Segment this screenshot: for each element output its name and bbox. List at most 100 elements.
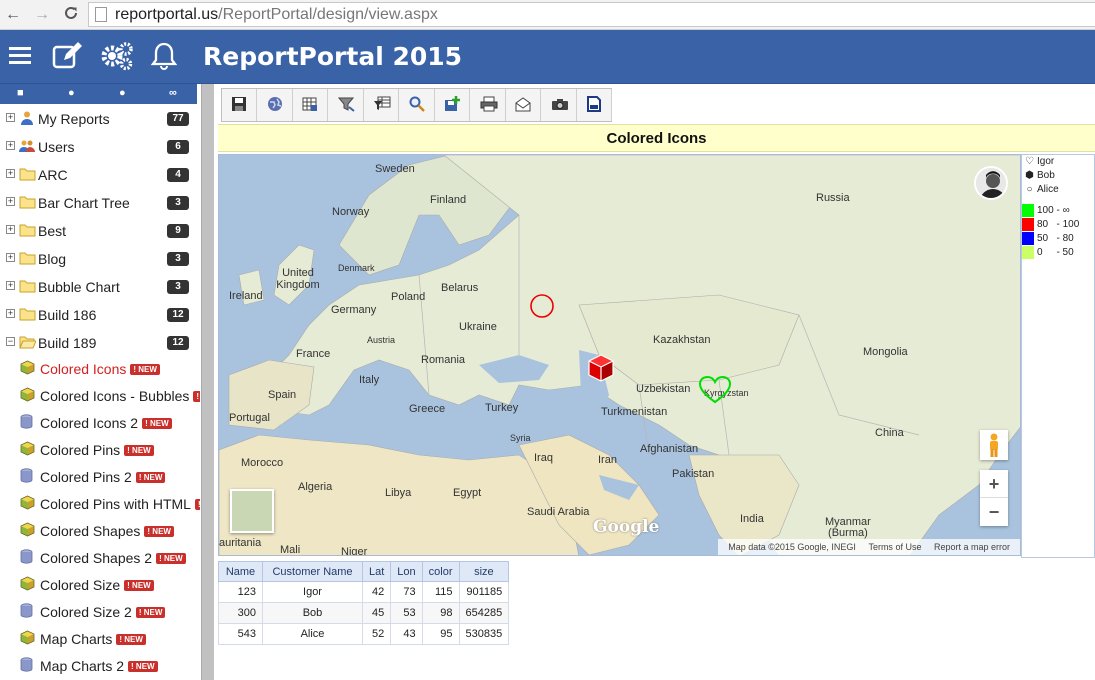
legend-range-item: 100 - ∞	[1022, 204, 1070, 217]
report-item-colored-pins-2[interactable]: Colored Pins 2! NEW	[0, 464, 200, 491]
report-item-colored-shapes[interactable]: Colored Shapes! NEW	[0, 518, 200, 545]
map-label-libya: Libya	[385, 487, 412, 499]
column-header-lat[interactable]: Lat	[361, 561, 392, 582]
map-label-algeria: Algeria	[298, 481, 333, 493]
filter-button[interactable]	[329, 89, 364, 121]
report-item-colored-pins[interactable]: Colored Pins! NEW	[0, 437, 200, 464]
binoculars-icon[interactable]: ∞	[169, 87, 177, 99]
terms-of-use-link[interactable]: Terms of Use	[868, 542, 921, 552]
table-cell: 52	[361, 623, 392, 645]
expand-toggle-icon[interactable]: −	[6, 337, 15, 346]
expand-toggle-icon[interactable]: +	[6, 225, 15, 234]
column-header-color[interactable]: color	[421, 561, 460, 582]
search-button[interactable]	[400, 89, 435, 121]
column-header-name[interactable]: Name	[218, 561, 263, 582]
expand-toggle-icon[interactable]: +	[6, 113, 15, 122]
report-item-colored-size[interactable]: Colored Size! NEW	[0, 572, 200, 599]
avatar[interactable]	[974, 166, 1008, 200]
report-item-colored-icons[interactable]: Colored Icons! NEW	[0, 356, 200, 383]
export-button[interactable]	[435, 89, 470, 121]
report-item-colored-icons-bubbles[interactable]: Colored Icons - Bubbles! NEW	[0, 383, 200, 410]
edit-icon[interactable]	[52, 42, 82, 73]
table-header-row: Name Customer Name Lat Lon color size	[218, 561, 510, 582]
tree-item-my-reports[interactable]: + My Reports 77	[0, 106, 197, 132]
new-badge: ! NEW	[142, 417, 172, 429]
report-item-label: Colored Icons 2! NEW	[40, 415, 172, 431]
table-row[interactable]: 543 Alice 52 43 95 530835	[218, 623, 510, 645]
report-item-map-charts[interactable]: Map Charts! NEW	[0, 626, 200, 653]
report-item-label: Colored Size 2! NEW	[40, 604, 166, 620]
tree-item-best[interactable]: + Best 9	[0, 218, 197, 244]
expand-toggle-icon[interactable]: +	[6, 197, 15, 206]
column-header-size[interactable]: size	[458, 561, 510, 582]
map-overview-thumbnail[interactable]	[230, 489, 274, 533]
tree-item-arc[interactable]: + ARC 4	[0, 162, 197, 188]
table-row[interactable]: 123 Igor 42 73 115 901185	[218, 581, 510, 603]
document-button[interactable]	[577, 89, 612, 121]
tree-item-users[interactable]: + Users 6	[0, 134, 197, 160]
tree-item-bubble-chart[interactable]: + Bubble Chart 3	[0, 274, 197, 300]
legend-label: Alice	[1037, 184, 1059, 195]
zoom-out-button[interactable]: −	[980, 498, 1008, 526]
count-badge: 9	[167, 224, 189, 238]
table-cell: 543	[218, 623, 263, 645]
back-icon[interactable]: ←	[4, 5, 22, 25]
map-label-pakistan: Pakistan	[672, 468, 715, 480]
street-view-pegman-icon[interactable]	[980, 430, 1008, 460]
menu-icon[interactable]	[9, 47, 31, 68]
settings-icon[interactable]	[101, 41, 133, 74]
report-item-map-charts-2[interactable]: Map Charts 2! NEW	[0, 653, 200, 680]
sidebar-scrollbar[interactable]	[201, 84, 214, 680]
report-item-colored-pins-with-html[interactable]: Colored Pins with HTML! NEW	[0, 491, 200, 518]
print-button[interactable]	[471, 89, 506, 121]
map-label-mauritania: auritania	[219, 537, 262, 549]
legend-item-bob: ⬢ Bob	[1024, 169, 1055, 183]
map-label-spain: Spain	[268, 389, 297, 401]
sidebar-toolbar: ■ ● ● ∞	[0, 84, 197, 104]
report-item-colored-size-2[interactable]: Colored Size 2! NEW	[0, 599, 200, 626]
forward-icon[interactable]: →	[33, 5, 51, 25]
zoom-in-button[interactable]: +	[980, 470, 1008, 498]
map[interactable]: Sweden Finland Norway Denmark Russia Uni…	[218, 154, 1021, 556]
marker-bob-cube-icon[interactable]	[586, 353, 616, 383]
count-badge: 3	[167, 252, 189, 266]
filter-table-button[interactable]	[364, 89, 399, 121]
expand-toggle-icon[interactable]: +	[6, 253, 15, 262]
table-row[interactable]: 300 Bob 45 53 98 654285	[218, 602, 510, 624]
expand-toggle-icon[interactable]: +	[6, 309, 15, 318]
column-header-lon[interactable]: Lon	[390, 561, 423, 582]
tree-item-bar-chart-tree[interactable]: + Bar Chart Tree 3	[0, 190, 197, 216]
folder-icon[interactable]: ■	[17, 87, 24, 99]
map-label-russia: Russia	[816, 192, 850, 204]
notifications-icon[interactable]	[150, 41, 178, 74]
reload-icon[interactable]	[62, 5, 80, 25]
report-item-colored-icons-2[interactable]: Colored Icons 2! NEW	[0, 410, 200, 437]
tree-item-build-189[interactable]: − Build 189 12	[0, 330, 197, 356]
map-label-turkmenistan: Turkmenistan	[601, 406, 668, 418]
save-button[interactable]	[222, 89, 257, 121]
map-label-finland: Finland	[430, 194, 467, 206]
expand-toggle-icon[interactable]: +	[6, 141, 15, 150]
cube-icon	[20, 630, 35, 648]
remove-icon[interactable]: ●	[119, 87, 126, 99]
marker-igor-heart-icon[interactable]	[698, 375, 732, 405]
expand-toggle-icon[interactable]: +	[6, 169, 15, 178]
address-bar[interactable]: reportportal.us/ReportPortal/design/view…	[88, 2, 1095, 27]
new-badge: ! NEW	[135, 606, 166, 618]
new-badge: ! NEW	[156, 552, 186, 564]
globe-button[interactable]	[258, 89, 293, 121]
expand-toggle-icon[interactable]: +	[6, 281, 15, 290]
report-item-colored-shapes-2[interactable]: Colored Shapes 2! NEW	[0, 545, 200, 572]
legend-range-item: 0 - 50	[1022, 246, 1074, 259]
tree-item-blog[interactable]: + Blog 3	[0, 246, 197, 272]
email-button[interactable]	[506, 89, 541, 121]
report-map-error-link[interactable]: Report a map error	[934, 542, 1010, 552]
add-icon[interactable]: ●	[68, 87, 75, 99]
url-host: reportportal.us	[115, 6, 219, 23]
marker-alice-circle-icon[interactable]	[529, 293, 555, 319]
map-label-romania: Romania	[421, 354, 466, 366]
camera-button[interactable]	[542, 89, 577, 121]
tree-item-build-186[interactable]: + Build 186 12	[0, 302, 197, 328]
grid-button[interactable]	[293, 89, 328, 121]
column-header-customer-name[interactable]: Customer Name	[262, 561, 363, 582]
